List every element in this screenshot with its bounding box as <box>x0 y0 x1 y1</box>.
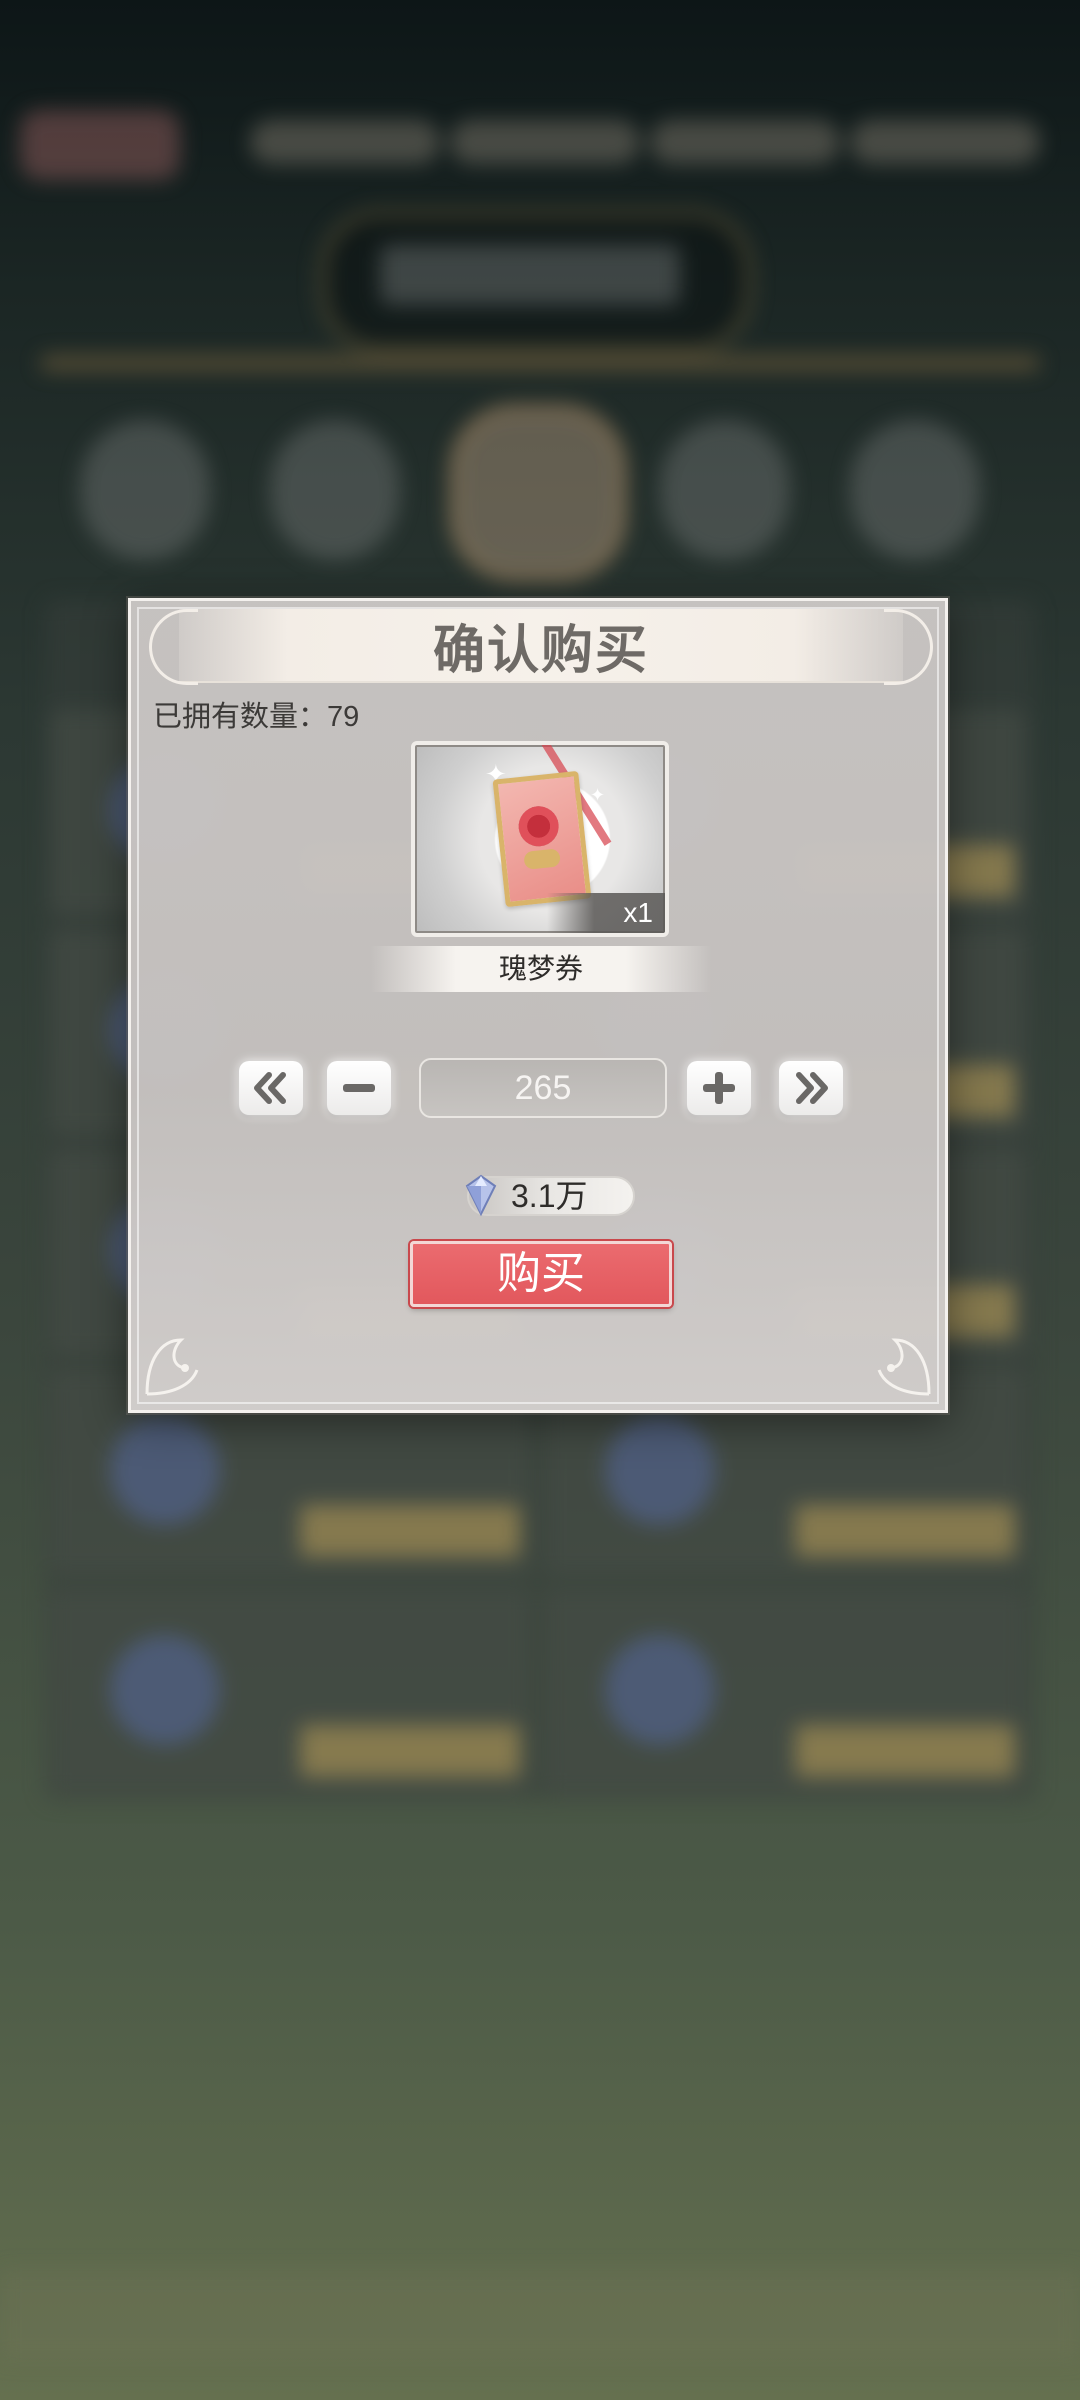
sparkle-icon: ✦ <box>590 785 606 805</box>
plus-icon <box>703 1072 735 1104</box>
background-price-button <box>300 1505 520 1557</box>
rose-emblem <box>516 804 561 849</box>
price-display: 3.1万 <box>465 1174 635 1217</box>
minus-icon <box>343 1084 375 1092</box>
buy-button[interactable]: 购买 <box>410 1241 672 1307</box>
double-chevron-right-icon <box>796 1072 828 1104</box>
item-slot[interactable]: ✦ ✦ x1 <box>411 741 669 937</box>
confirm-purchase-dialog: 确认购买 已拥有数量：79 ✦ ✦ x1 瑰梦券 265 3.1万 购买 <box>128 598 948 1413</box>
max-quantity-button[interactable] <box>779 1061 843 1115</box>
increase-quantity-button[interactable] <box>687 1061 751 1115</box>
price-amount: 3.1万 <box>511 1178 588 1214</box>
background-category <box>450 405 626 581</box>
background-topbar <box>20 110 1060 180</box>
background-item-orb <box>110 1415 220 1525</box>
min-quantity-button[interactable] <box>239 1061 303 1115</box>
background-currency-pill <box>850 120 1040 164</box>
background-category <box>850 420 980 560</box>
background-price-button <box>300 1725 520 1777</box>
background-logo <box>20 110 180 180</box>
title-ornament-right <box>884 609 933 685</box>
background-shop-card <box>545 1590 1025 1795</box>
background-title-plate <box>380 245 680 305</box>
corner-ornament-icon <box>877 1338 931 1396</box>
background-currency-pill <box>450 120 640 164</box>
background-price-button <box>795 1505 1015 1557</box>
background-category <box>660 420 790 560</box>
quantity-field[interactable]: 265 <box>419 1058 667 1118</box>
background-item-orb <box>110 1635 220 1745</box>
item-quantity-tag: x1 <box>547 893 665 933</box>
owned-count: 已拥有数量：79 <box>153 701 360 733</box>
background-currency-pill <box>250 120 440 164</box>
background-item-orb <box>605 1635 715 1745</box>
diamond-icon <box>465 1174 497 1217</box>
background-currency-pill <box>650 120 840 164</box>
title-ornament-left <box>149 609 198 685</box>
leaf-emblem <box>523 848 561 870</box>
background-vine <box>40 355 1040 371</box>
rose-ticket-icon <box>492 770 592 908</box>
dialog-title: 确认购买 <box>432 619 649 681</box>
background-category <box>270 420 400 560</box>
background-category <box>80 420 210 560</box>
double-chevron-left-icon <box>254 1072 286 1104</box>
background-item-orb <box>605 1415 715 1525</box>
background-bottom-bar <box>0 2270 1080 2360</box>
corner-ornament-icon <box>145 1338 199 1396</box>
decrease-quantity-button[interactable] <box>327 1061 391 1115</box>
dialog-title-bar: 确认购买 <box>149 609 933 685</box>
background-shop-card <box>50 1590 530 1795</box>
background-price-button <box>795 1725 1015 1777</box>
item-name: 瑰梦券 <box>371 946 711 992</box>
